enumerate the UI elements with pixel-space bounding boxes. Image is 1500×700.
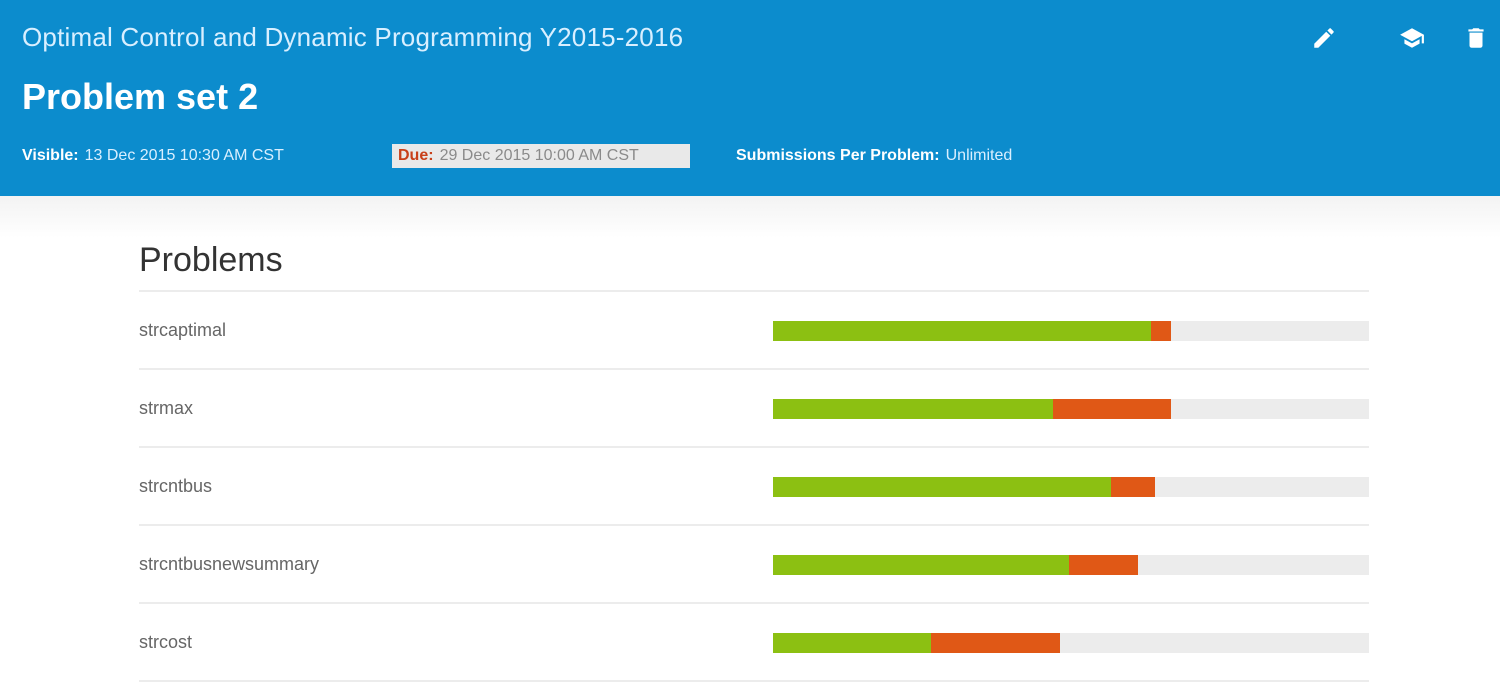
problem-set-header: Optimal Control and Dynamic Programming …	[0, 0, 1500, 196]
visible-value: 13 Dec 2015 10:30 AM CST	[84, 147, 284, 164]
problem-row[interactable]: strcaptimal	[139, 292, 1369, 370]
problem-name[interactable]: strcost	[139, 604, 192, 680]
problems-heading: Problems	[139, 230, 1369, 292]
problem-list: strcaptimal strmax strcntbus strcntbusnewsu…	[139, 292, 1369, 682]
delete-icon[interactable]	[1460, 22, 1492, 54]
incorrect-segment	[1151, 321, 1172, 341]
correct-segment	[773, 477, 1111, 497]
visible-date: Visible: 13 Dec 2015 10:30 AM CST	[22, 147, 392, 165]
submissions-per-problem: Submissions Per Problem: Unlimited	[736, 147, 1012, 165]
progress-bar	[773, 399, 1369, 419]
incorrect-segment	[1068, 555, 1138, 575]
problems-section: Problems strcaptimal strmax strcntbus strcn…	[139, 230, 1369, 682]
problem-row[interactable]: strcost	[139, 604, 1369, 682]
problem-row[interactable]: strmax	[139, 370, 1369, 448]
due-value: 29 Dec 2015 10:00 AM CST	[439, 147, 639, 164]
correct-segment	[773, 321, 1152, 341]
incorrect-segment	[930, 633, 1061, 653]
correct-segment	[773, 399, 1053, 419]
course-title-link[interactable]: Optimal Control and Dynamic Programming …	[22, 22, 683, 53]
problem-name[interactable]: strcaptimal	[139, 292, 226, 368]
problem-row[interactable]: strcntbus	[139, 448, 1369, 526]
problem-name[interactable]: strcntbusnewsummary	[139, 526, 319, 602]
grade-icon[interactable]	[1396, 22, 1428, 54]
correct-segment	[773, 633, 931, 653]
visible-label: Visible:	[22, 147, 79, 164]
edit-icon[interactable]	[1308, 22, 1340, 54]
problem-set-meta: Visible: 13 Dec 2015 10:30 AM CST Due: 2…	[22, 143, 1012, 169]
submissions-label: Submissions Per Problem:	[736, 147, 940, 164]
due-label: Due:	[398, 147, 434, 164]
problem-row[interactable]: strcntbusnewsummary	[139, 526, 1369, 604]
problem-name[interactable]: strmax	[139, 370, 193, 446]
progress-bar	[773, 477, 1369, 497]
problem-name[interactable]: strcntbus	[139, 448, 212, 524]
correct-segment	[773, 555, 1069, 575]
due-date: Due: 29 Dec 2015 10:00 AM CST	[392, 144, 690, 168]
progress-bar	[773, 321, 1369, 341]
progress-bar	[773, 633, 1369, 653]
incorrect-segment	[1110, 477, 1156, 497]
progress-bar	[773, 555, 1369, 575]
incorrect-segment	[1052, 399, 1172, 419]
submissions-value: Unlimited	[945, 147, 1013, 164]
page-title: Problem set 2	[22, 76, 259, 117]
